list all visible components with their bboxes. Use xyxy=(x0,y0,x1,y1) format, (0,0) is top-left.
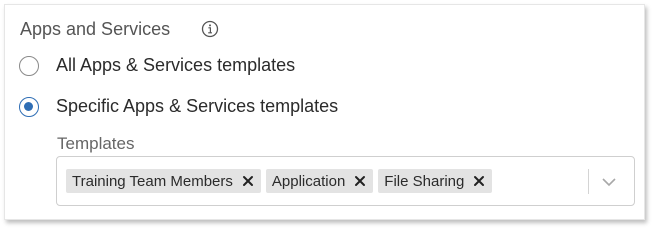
chip-label: Application xyxy=(271,172,346,190)
radio-button-all[interactable] xyxy=(19,55,39,76)
apps-services-panel: Apps and Services All Apps & Services te… xyxy=(4,4,645,220)
chip-application: Application xyxy=(265,169,374,193)
templates-label: Templates xyxy=(57,134,135,153)
chip-label: File Sharing xyxy=(384,172,465,190)
radio-label-specific: Specific Apps & Services templates xyxy=(56,96,339,116)
info-circle-icon[interactable] xyxy=(201,20,219,38)
select-divider xyxy=(588,169,589,194)
radio-button-specific[interactable] xyxy=(19,96,39,117)
section-title-text: Apps and Services xyxy=(20,19,171,39)
close-icon[interactable] xyxy=(353,174,367,188)
chip-training-team-members: Training Team Members xyxy=(66,169,261,193)
chip-file-sharing: File Sharing xyxy=(378,169,493,193)
radio-all-templates[interactable]: All Apps & Services templates xyxy=(19,55,295,76)
chip-label: Training Team Members xyxy=(72,172,233,190)
templates-multiselect[interactable]: Training Team Members Application File S… xyxy=(56,156,635,206)
selected-chips: Training Team Members Application File S… xyxy=(66,169,493,193)
radio-specific-templates[interactable]: Specific Apps & Services templates xyxy=(19,96,338,117)
radio-label-all: All Apps & Services templates xyxy=(56,55,296,75)
close-icon[interactable] xyxy=(472,174,486,188)
close-icon[interactable] xyxy=(241,174,255,188)
chevron-down-icon[interactable] xyxy=(599,172,619,192)
section-title: Apps and Services xyxy=(20,19,170,40)
